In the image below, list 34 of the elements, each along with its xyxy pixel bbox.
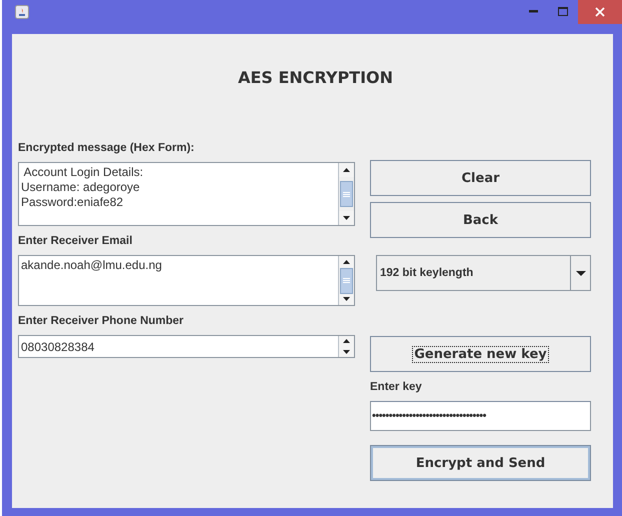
phone-field[interactable]: 08030828384	[18, 335, 355, 358]
text-line: Password:eniafe82	[21, 195, 124, 210]
text-area[interactable]: akande.noah@lmu.edu.ng	[18, 255, 355, 306]
close-icon	[595, 7, 605, 17]
down-arrow-icon[interactable]	[343, 297, 350, 302]
action-button[interactable]: Encrypt and Send	[370, 445, 591, 481]
close-button[interactable]	[578, 0, 622, 24]
action-button[interactable]: Generate new key	[370, 336, 591, 372]
text-line: Username: adegoroye	[21, 180, 141, 195]
field-label: Enter Receiver Email	[18, 235, 134, 249]
caret-icon	[576, 270, 586, 276]
grip-icon[interactable]	[343, 192, 350, 196]
maximize-icon[interactable]	[558, 6, 568, 16]
field-label: Enter key	[370, 381, 423, 395]
window-title: AES ENCRYPTION	[236, 68, 394, 89]
up-arrow-icon[interactable]	[343, 168, 350, 172]
app-icon	[15, 5, 29, 19]
down-arrow-icon[interactable]	[343, 350, 350, 354]
action-button[interactable]: Back	[370, 202, 591, 238]
text-line: akande.noah@lmu.edu.ng	[21, 258, 163, 273]
field-label: Encrypted message (Hex Form):	[18, 142, 196, 156]
down-arrow-icon[interactable]	[343, 216, 350, 220]
up-arrow-icon[interactable]	[343, 339, 350, 344]
minimize-icon[interactable]	[528, 10, 538, 12]
field-label: Enter Receiver Phone Number	[18, 315, 185, 329]
scrollbar[interactable]	[338, 256, 354, 305]
grip-icon[interactable]	[343, 278, 350, 283]
up-arrow-icon[interactable]	[343, 260, 350, 264]
action-button[interactable]: Clear	[370, 160, 591, 196]
key-field[interactable]: ••••••••••••••••••••••••••••••••••	[370, 401, 591, 431]
keylength-dropdown[interactable]: 192 bit keylength	[376, 255, 591, 291]
text-line: Account Login Details:	[22, 165, 144, 180]
scrollbar[interactable]	[338, 163, 354, 225]
text-area[interactable]: Account Login Details: Username: adegoroye Password:eniafe82	[18, 162, 355, 226]
